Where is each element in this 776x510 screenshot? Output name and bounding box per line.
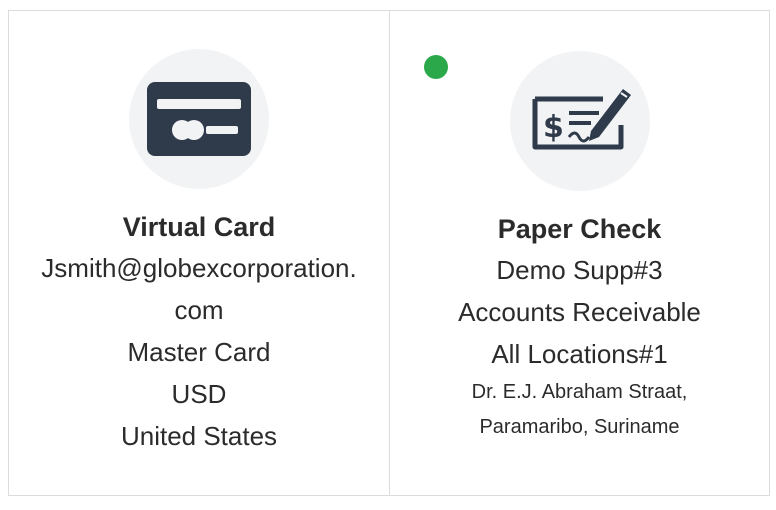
currency: USD [171,379,227,409]
icon-circle: $ [509,51,650,191]
country: United States [120,421,278,451]
svg-text:$: $ [543,110,564,145]
payment-option-title: Virtual Card [122,212,276,242]
selected-indicator-icon [424,55,448,79]
payment-option-title: Paper Check [497,214,662,244]
address-line-2: Paramaribo, Suriname [479,416,680,438]
payment-option-paper-check[interactable]: $ Paper Check Demo Supp#3 Accounts Recei… [389,11,769,495]
address-line-1: Dr. E.J. Abraham Straat, [471,381,688,403]
credit-card-icon [147,82,251,156]
check-icon: $ [532,89,631,150]
icon-circle [129,49,269,189]
paper-check-details: Paper Check Demo Supp#3 Accounts Receiva… [390,209,769,445]
location: All Locations#1 [491,339,668,369]
email-address: Jsmith@globexcorporation.com [41,253,357,325]
supplier-name: Demo Supp#3 [496,255,663,285]
payment-method-options: Virtual Card Jsmith@globexcorporation.co… [8,10,770,496]
card-network: Master Card [127,337,271,367]
payment-option-virtual-card[interactable]: Virtual Card Jsmith@globexcorporation.co… [9,11,389,495]
account-type: Accounts Receivable [458,297,701,327]
virtual-card-details: Virtual Card Jsmith@globexcorporation.co… [9,207,389,457]
